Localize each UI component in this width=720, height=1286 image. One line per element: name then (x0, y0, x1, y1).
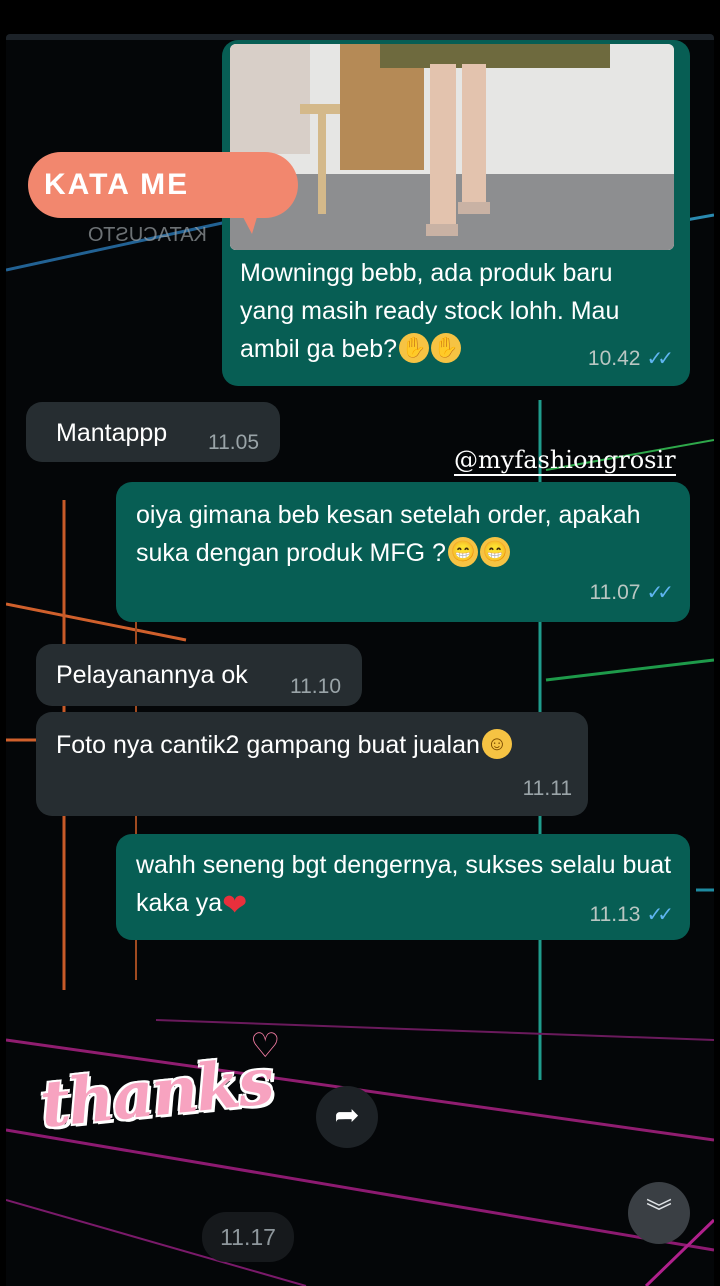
chevron-double-down-icon: ︾ (645, 1197, 672, 1227)
message-incoming[interactable]: Pelayanannya ok 11.10 (36, 644, 362, 706)
double-check-icon: ✓✓ (646, 348, 673, 370)
double-check-icon: ✓✓ (646, 904, 673, 926)
message-time: 11.11 (522, 777, 572, 800)
message-text: Mantappp (56, 419, 168, 447)
heart-decoration-icon: ♡ (250, 1027, 281, 1065)
scroll-down-button[interactable]: ︾ (628, 1182, 690, 1244)
message-outgoing[interactable]: wahh seneng bgt dengernya, sukses selalu… (116, 834, 690, 940)
message-time: 11.10 (290, 675, 341, 698)
forward-button[interactable]: ➦ (316, 1086, 378, 1148)
message-text: Foto nya cantik2 gampang buat jualan ☺ (56, 726, 576, 764)
instagram-handle: @myfashiongrosir (454, 446, 676, 476)
message-time: 11.07 ✓✓ (589, 581, 673, 604)
message-text: oiya gimana beb kesan setelah order, apa… (136, 501, 641, 567)
message-time: 10.42 ✓✓ (587, 347, 674, 370)
chat-screen: Mowningg bebb, ada produk baru yang masi… (6, 34, 714, 1286)
smiling-emoji: ☺ (481, 729, 512, 759)
product-photo[interactable] (230, 44, 674, 250)
message-outgoing-image[interactable]: Mowningg bebb, ada produk baru yang masi… (222, 40, 690, 386)
sticker-tail (234, 200, 262, 234)
message-incoming[interactable]: Foto nya cantik2 gampang buat jualan ☺ 11… (36, 712, 588, 816)
red-heart-emoji: ❤ (222, 889, 248, 922)
message-incoming[interactable]: Mantappp 11.05 (26, 402, 280, 462)
message-text: Pelayanannya ok (56, 661, 248, 689)
message-time: 11.05 (208, 431, 259, 454)
forward-arrow-icon: ➦ (334, 1099, 360, 1132)
grinning-emoji: 😁 (479, 537, 510, 567)
watermark-text: KATACUSTO (88, 224, 207, 246)
double-check-icon: ✓✓ (646, 582, 673, 604)
hand-over-mouth-emoji: ✋ (431, 333, 462, 363)
hand-over-mouth-emoji: ✋ (399, 333, 430, 363)
message-outgoing[interactable]: oiya gimana beb kesan setelah order, apa… (116, 482, 690, 622)
grinning-emoji: 😁 (447, 537, 478, 567)
message-time: 11.13 ✓✓ (589, 903, 673, 926)
bottom-timestamp: 11.17 (202, 1212, 294, 1262)
